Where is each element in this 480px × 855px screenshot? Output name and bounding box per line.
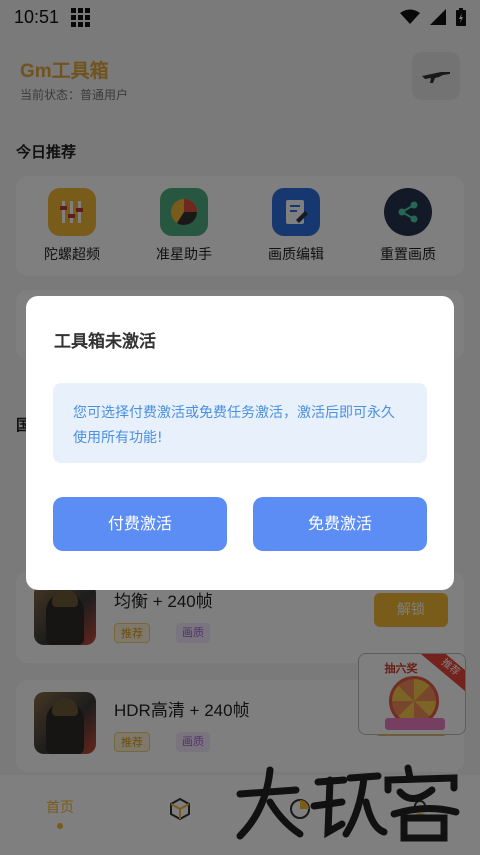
dialog-title: 工具箱未激活	[54, 332, 156, 352]
activation-dialog: 工具箱未激活 您可选择付费激活或免费任务激活，激活后即可永久使用所有功能! 付费…	[26, 296, 454, 590]
free-activation-button[interactable]: 免费激活	[253, 497, 427, 551]
paid-activation-button[interactable]: 付费激活	[53, 497, 227, 551]
dialog-message: 您可选择付费激活或免费任务激活，激活后即可永久使用所有功能!	[53, 383, 427, 463]
watermark-logo	[236, 764, 460, 842]
